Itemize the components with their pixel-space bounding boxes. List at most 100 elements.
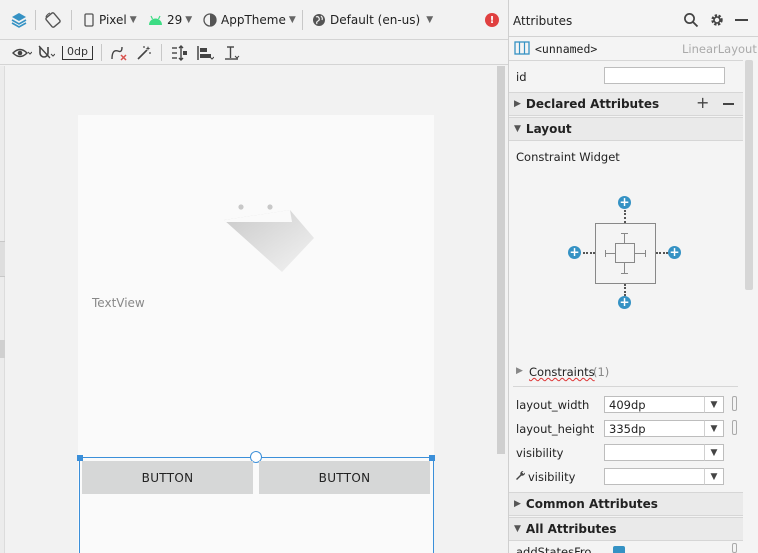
resource-picker-handle[interactable] [732,396,737,411]
wrench-icon [515,470,526,484]
chevron-down-icon: ▼ [288,15,296,25]
pack-icon[interactable] [170,40,188,65]
image-placeholder-icon [222,200,317,278]
panel-divider [509,60,743,61]
device-label: Pixel [99,13,127,27]
toolbar-separator [35,10,36,30]
layout-height-input[interactable]: 335dp [604,420,705,437]
locale-selector[interactable]: Default (en-us) ▼ [312,0,433,40]
api-level-label: 29 [167,13,183,27]
add-left-constraint-icon[interactable]: + [568,246,581,259]
add-right-constraint-icon[interactable]: + [668,246,681,259]
toolbar-separator [302,10,303,30]
constraint-widget-label: Constraint Widget [516,150,620,164]
layout-section-title: Layout [525,122,572,136]
all-attributes-title: All Attributes [525,522,617,536]
attributes-scrollbar[interactable] [745,60,753,290]
tools-visibility-dropdown[interactable]: ▼ [704,468,724,485]
constraints-count: (1) [593,365,610,379]
globe-icon [313,14,325,26]
collapse-arrow-icon: ▼ [514,524,521,534]
visibility-dropdown[interactable]: ▼ [704,444,724,461]
layers-icon[interactable] [10,0,28,40]
checkbox[interactable] [613,546,625,553]
layout-height-label: layout_height [516,422,595,436]
chevron-down-icon: ▼ [129,15,137,25]
layout-width-label: layout_width [516,398,590,412]
constraint-line-right-cap [645,250,646,257]
chevron-down-icon: ▼ [185,15,193,25]
remove-attribute-icon[interactable] [723,103,734,105]
visibility-label: visibility [516,446,564,460]
view-options-icon[interactable] [12,40,32,65]
constraint-line-top [624,233,625,243]
constraints-label[interactable]: Constraints [529,365,595,379]
expand-arrow-icon[interactable]: ▶ [516,366,523,376]
theme-selector[interactable]: AppTheme ▼ [203,0,296,40]
android-icon [149,15,162,25]
clear-constraints-icon[interactable] [110,40,128,65]
orientation-icon[interactable] [44,0,62,40]
add-attribute-icon[interactable]: + [696,95,709,111]
all-attributes-section[interactable]: ▼ All Attributes [509,517,743,541]
constraint-dotted-left [583,252,595,254]
visibility-input[interactable] [604,444,705,461]
add-top-constraint-icon[interactable]: + [618,196,631,209]
panel-divider [513,386,738,387]
button-preview-2[interactable]: BUTTON [259,461,430,494]
resource-picker-handle[interactable] [732,543,737,553]
gear-icon[interactable] [709,12,725,31]
layout-height-dropdown[interactable]: ▼ [704,420,724,437]
constraint-widget-inner [615,243,635,263]
default-margin-value: 0dp [62,45,93,60]
error-icon[interactable]: ! [485,0,499,40]
constraint-line-bottom [624,263,625,273]
all-attributes-row: addStatesFro [513,543,738,553]
layout-width-dropdown[interactable]: ▼ [704,396,724,413]
button-preview-1[interactable]: BUTTON [82,461,253,494]
tools-visibility-input[interactable] [604,468,705,485]
id-input[interactable] [604,67,725,84]
guidelines-icon[interactable] [224,40,240,65]
constraint-dotted-right [656,252,668,254]
constraint-line-bottom-cap [621,273,628,274]
cutoff-attribute-label: addStatesFro [516,545,592,553]
component-type: LinearLayout [682,42,757,56]
toolbar-separator [71,10,72,30]
constraint-line-left-cap [605,250,606,257]
common-attributes-title: Common Attributes [525,497,658,511]
toolbar-separator [101,44,102,61]
theme-label: AppTheme [221,13,286,27]
locale-label: Default (en-us) [330,13,421,27]
align-icon[interactable] [196,40,214,65]
expand-arrow-icon: ▶ [514,499,521,509]
tools-visibility-label: visibility [528,470,576,484]
default-margin-button[interactable]: 0dp [62,40,93,65]
id-label: id [516,70,527,84]
constraint-line-right [635,253,645,254]
theme-icon [203,13,217,27]
declared-attributes-title: Declared Attributes [525,97,660,111]
search-icon[interactable] [683,12,699,31]
attributes-title: Attributes [513,14,573,28]
autoconnect-icon[interactable] [37,40,55,65]
add-bottom-constraint-icon[interactable]: + [618,296,631,309]
minimize-icon[interactable] [735,19,748,21]
canvas-vertical-scrollbar[interactable] [497,66,505,454]
layout-section[interactable]: ▼ Layout [509,117,743,141]
api-level-selector[interactable]: 29 ▼ [148,0,192,40]
chevron-down-icon: ▼ [426,15,434,25]
collapse-arrow-icon: ▼ [514,124,521,134]
component-name: <unnamed> [535,42,598,56]
phone-icon [84,13,94,27]
infer-constraints-icon[interactable] [136,40,152,65]
panel-divider [509,36,758,37]
constraint-line-left [605,253,615,254]
device-selector[interactable]: Pixel ▼ [84,0,137,40]
layout-width-input[interactable]: 409dp [604,396,705,413]
common-attributes-section[interactable]: ▶ Common Attributes [509,492,743,516]
resource-picker-handle[interactable] [732,420,737,435]
textview-preview[interactable]: TextView [92,296,145,310]
linear-layout-icon [514,41,530,58]
constraint-line-top-cap [621,233,628,234]
